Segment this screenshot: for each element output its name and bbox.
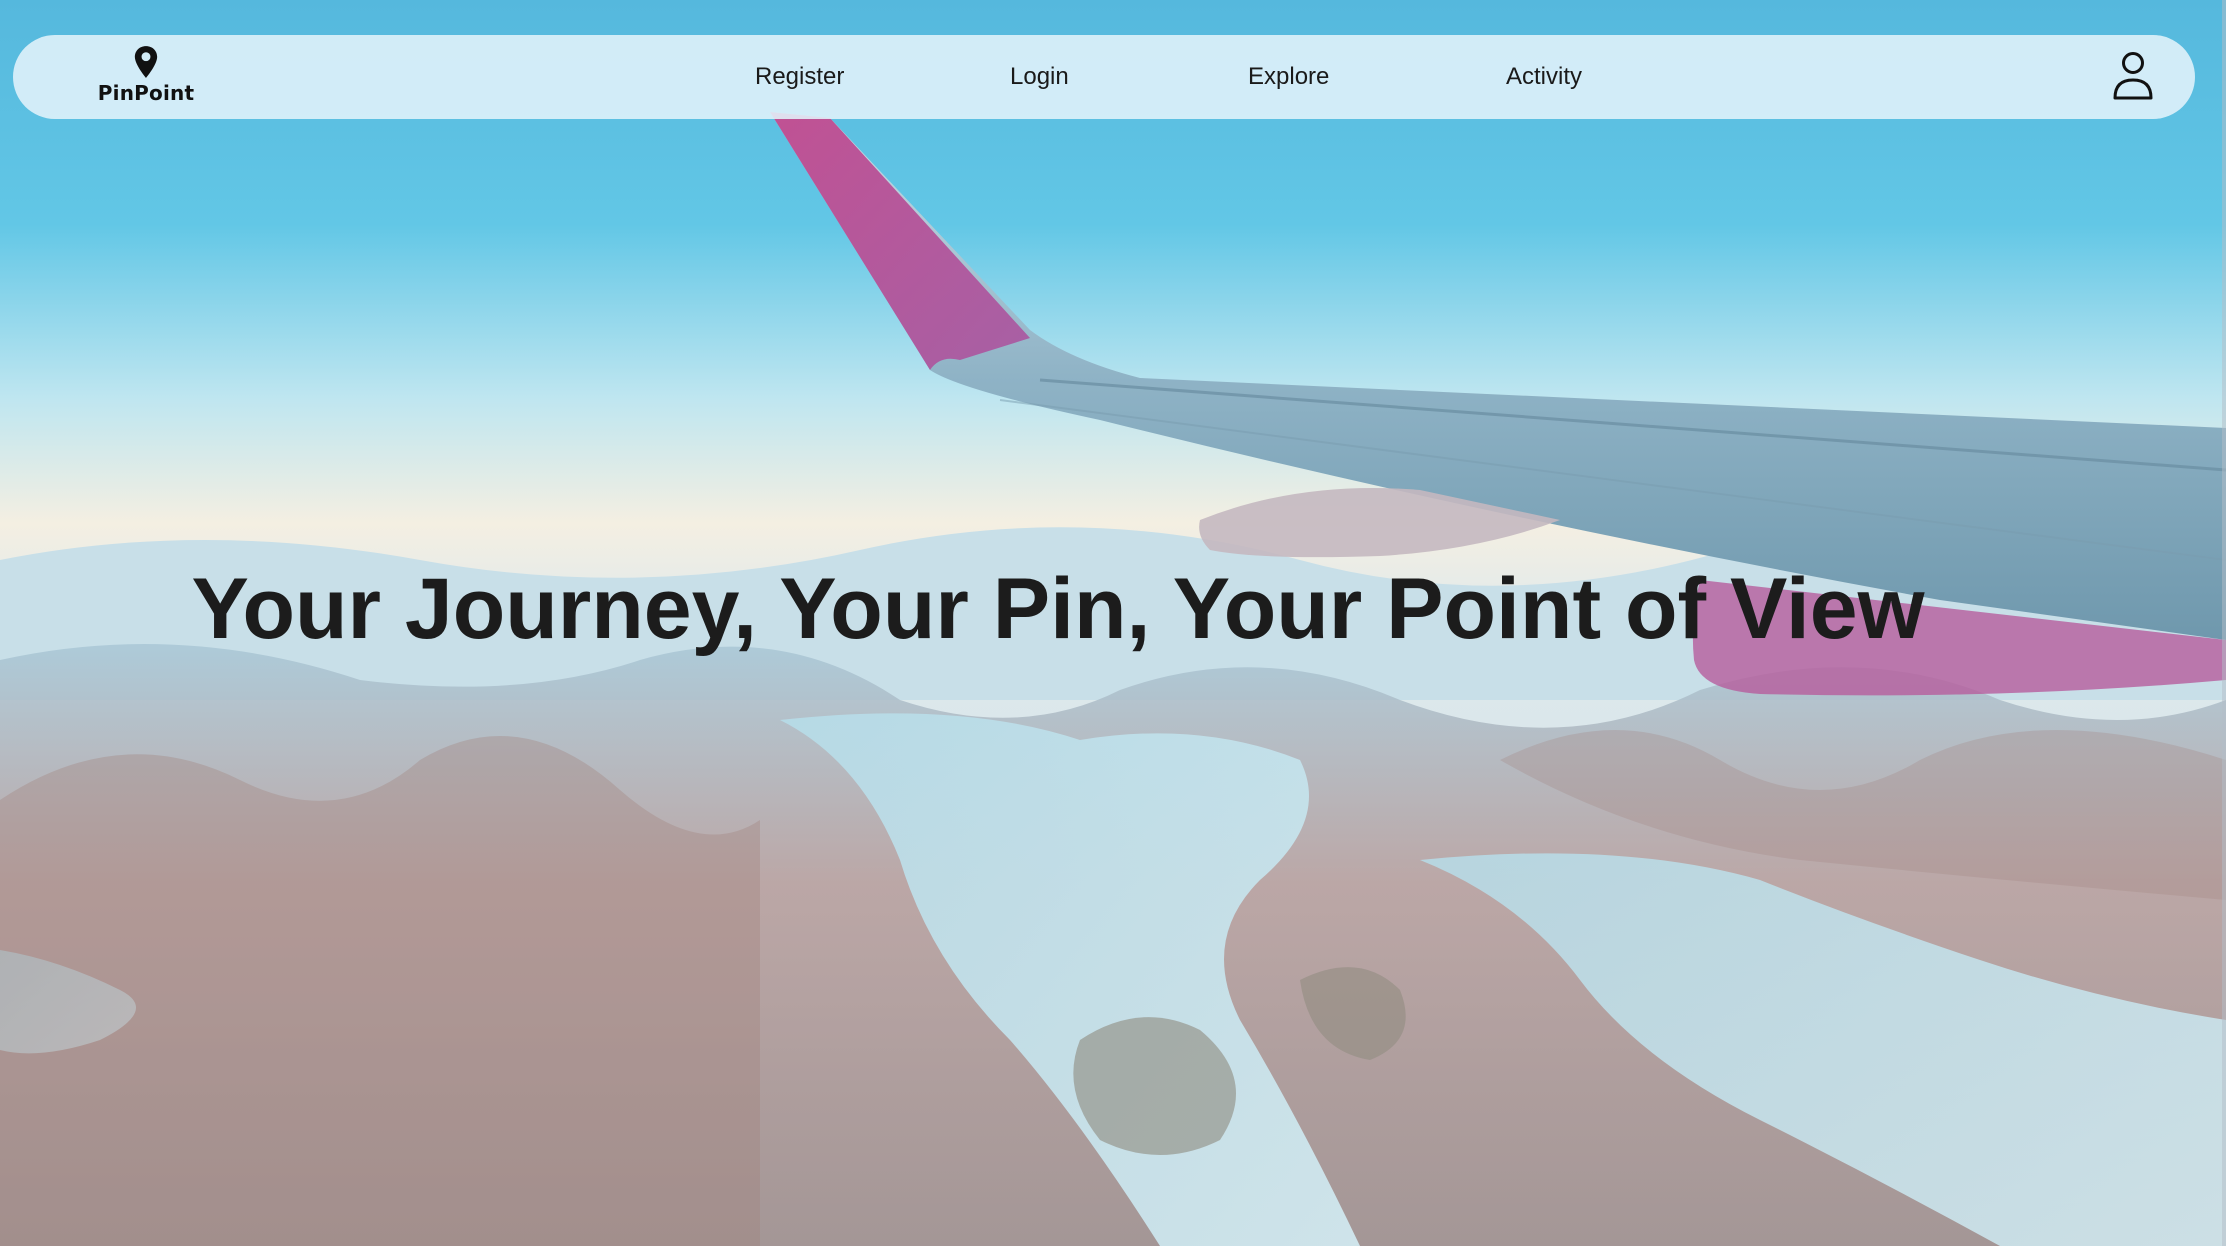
map-pin-icon: [134, 46, 158, 78]
top-navbar: PinPoint Register Login Explore Activity: [13, 35, 2195, 119]
page-scrollbar[interactable]: [2222, 0, 2226, 1246]
profile-button[interactable]: [2111, 49, 2155, 101]
nav-login-link[interactable]: Login: [1010, 63, 1069, 91]
pinpoint-logo[interactable]: PinPoint: [93, 45, 199, 111]
nav-register-link[interactable]: Register: [755, 63, 844, 91]
user-icon: [2113, 52, 2153, 100]
landing-page: PinPoint Register Login Explore Activity…: [0, 0, 2226, 1246]
nav-activity-link[interactable]: Activity: [1506, 63, 1582, 91]
brand-name: PinPoint: [97, 81, 195, 105]
nav-explore-link[interactable]: Explore: [1248, 63, 1329, 91]
hero-title: Your Journey, Your Pin, Your Point of Vi…: [191, 561, 1925, 657]
